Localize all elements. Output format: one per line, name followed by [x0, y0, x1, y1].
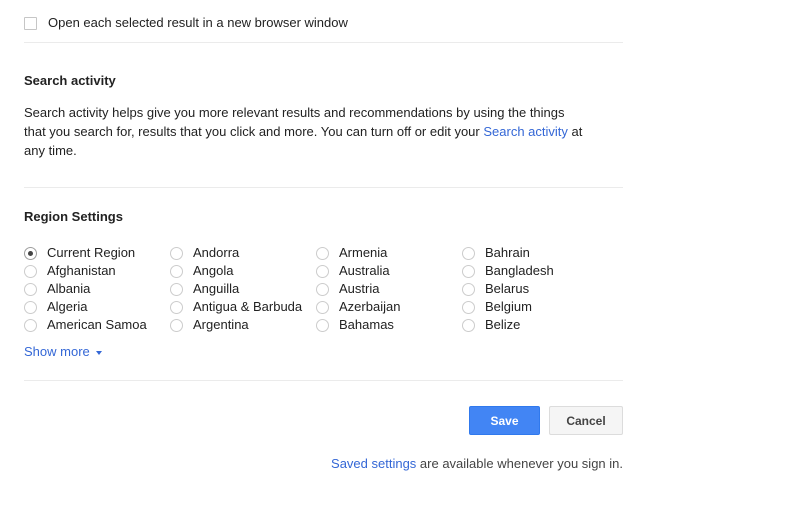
search-activity-section: Search activity Search activity helps gi… [24, 43, 623, 187]
region-option-label: Andorra [193, 245, 239, 261]
settings-content: Open each selected result in a new brows… [24, 0, 623, 471]
radio-icon[interactable] [316, 319, 329, 332]
radio-icon[interactable] [462, 301, 475, 314]
radio-icon[interactable] [316, 247, 329, 260]
region-option-label: Anguilla [193, 281, 239, 297]
radio-icon[interactable] [462, 283, 475, 296]
radio-icon[interactable] [24, 247, 37, 260]
region-option-current-region[interactable]: Current Region [24, 244, 170, 262]
show-more-wrapper: Show more [24, 334, 623, 380]
radio-icon[interactable] [170, 301, 183, 314]
region-option-antigua-barbuda[interactable]: Antigua & Barbuda [170, 298, 316, 316]
region-option-label: Antigua & Barbuda [193, 299, 302, 315]
region-option-label: Azerbaijan [339, 299, 400, 315]
saved-settings-text: are available whenever you sign in. [416, 456, 623, 471]
region-option-bangladesh[interactable]: Bangladesh [462, 262, 554, 280]
region-option-label: Current Region [47, 245, 135, 261]
show-more-label: Show more [24, 344, 90, 359]
region-option-austria[interactable]: Austria [316, 280, 462, 298]
region-option-belize[interactable]: Belize [462, 316, 554, 334]
region-option-american-samoa[interactable]: American Samoa [24, 316, 170, 334]
region-option-anguilla[interactable]: Anguilla [170, 280, 316, 298]
show-more-link[interactable]: Show more [24, 344, 102, 359]
search-activity-description: Search activity helps give you more rele… [24, 88, 586, 160]
radio-icon[interactable] [24, 265, 37, 278]
region-option-angola[interactable]: Angola [170, 262, 316, 280]
radio-icon[interactable] [316, 301, 329, 314]
radio-icon[interactable] [462, 247, 475, 260]
open-results-new-window-label: Open each selected result in a new brows… [48, 15, 348, 31]
region-option-australia[interactable]: Australia [316, 262, 462, 280]
region-option-label: Argentina [193, 317, 249, 333]
region-option-bahamas[interactable]: Bahamas [316, 316, 462, 334]
region-option-label: Bangladesh [485, 263, 554, 279]
save-button[interactable]: Save [469, 406, 540, 435]
region-option-afghanistan[interactable]: Afghanistan [24, 262, 170, 280]
region-column-2: Andorra Angola Anguilla Antigua & Barbud… [170, 244, 316, 334]
region-option-andorra[interactable]: Andorra [170, 244, 316, 262]
region-option-label: Algeria [47, 299, 87, 315]
region-option-label: Bahamas [339, 317, 394, 333]
region-settings-heading: Region Settings [24, 209, 623, 224]
region-option-armenia[interactable]: Armenia [316, 244, 462, 262]
region-option-belgium[interactable]: Belgium [462, 298, 554, 316]
radio-icon[interactable] [170, 247, 183, 260]
region-option-label: Bahrain [485, 245, 530, 261]
region-option-label: Albania [47, 281, 90, 297]
region-option-label: Belgium [485, 299, 532, 315]
action-button-row: Save Cancel [24, 381, 623, 435]
region-column-3: Armenia Australia Austria Azerbaijan [316, 244, 462, 334]
radio-icon[interactable] [462, 265, 475, 278]
region-option-label: Afghanistan [47, 263, 116, 279]
chevron-down-icon [96, 351, 102, 355]
radio-icon[interactable] [24, 319, 37, 332]
region-option-algeria[interactable]: Algeria [24, 298, 170, 316]
search-activity-heading: Search activity [24, 73, 623, 88]
settings-page: Open each selected result in a new brows… [0, 0, 800, 505]
region-option-argentina[interactable]: Argentina [170, 316, 316, 334]
region-option-label: Belarus [485, 281, 529, 297]
radio-icon[interactable] [316, 265, 329, 278]
region-option-bahrain[interactable]: Bahrain [462, 244, 554, 262]
radio-icon[interactable] [170, 319, 183, 332]
region-option-label: Angola [193, 263, 233, 279]
search-activity-link[interactable]: Search activity [483, 124, 568, 139]
search-activity-spacer [24, 160, 623, 187]
region-option-label: Belize [485, 317, 520, 333]
radio-icon[interactable] [170, 265, 183, 278]
region-option-label: American Samoa [47, 317, 147, 333]
region-settings-grid: Current Region Afghanistan Albania Alger… [24, 224, 623, 334]
radio-icon[interactable] [24, 283, 37, 296]
cancel-button[interactable]: Cancel [549, 406, 623, 435]
region-settings-section: Region Settings Current Region Afghanist… [24, 188, 623, 380]
radio-icon[interactable] [170, 283, 183, 296]
region-option-belarus[interactable]: Belarus [462, 280, 554, 298]
region-option-albania[interactable]: Albania [24, 280, 170, 298]
saved-settings-link[interactable]: Saved settings [331, 456, 416, 471]
open-results-new-window-row[interactable]: Open each selected result in a new brows… [24, 0, 623, 42]
region-option-azerbaijan[interactable]: Azerbaijan [316, 298, 462, 316]
region-option-label: Austria [339, 281, 379, 297]
region-option-label: Australia [339, 263, 390, 279]
region-column-1: Current Region Afghanistan Albania Alger… [24, 244, 170, 334]
radio-icon[interactable] [24, 301, 37, 314]
region-option-label: Armenia [339, 245, 387, 261]
region-column-4: Bahrain Bangladesh Belarus Belgium [462, 244, 554, 334]
saved-settings-note: Saved settings are available whenever yo… [24, 435, 623, 471]
open-results-new-window-checkbox[interactable] [24, 17, 37, 30]
radio-icon[interactable] [462, 319, 475, 332]
radio-icon[interactable] [316, 283, 329, 296]
